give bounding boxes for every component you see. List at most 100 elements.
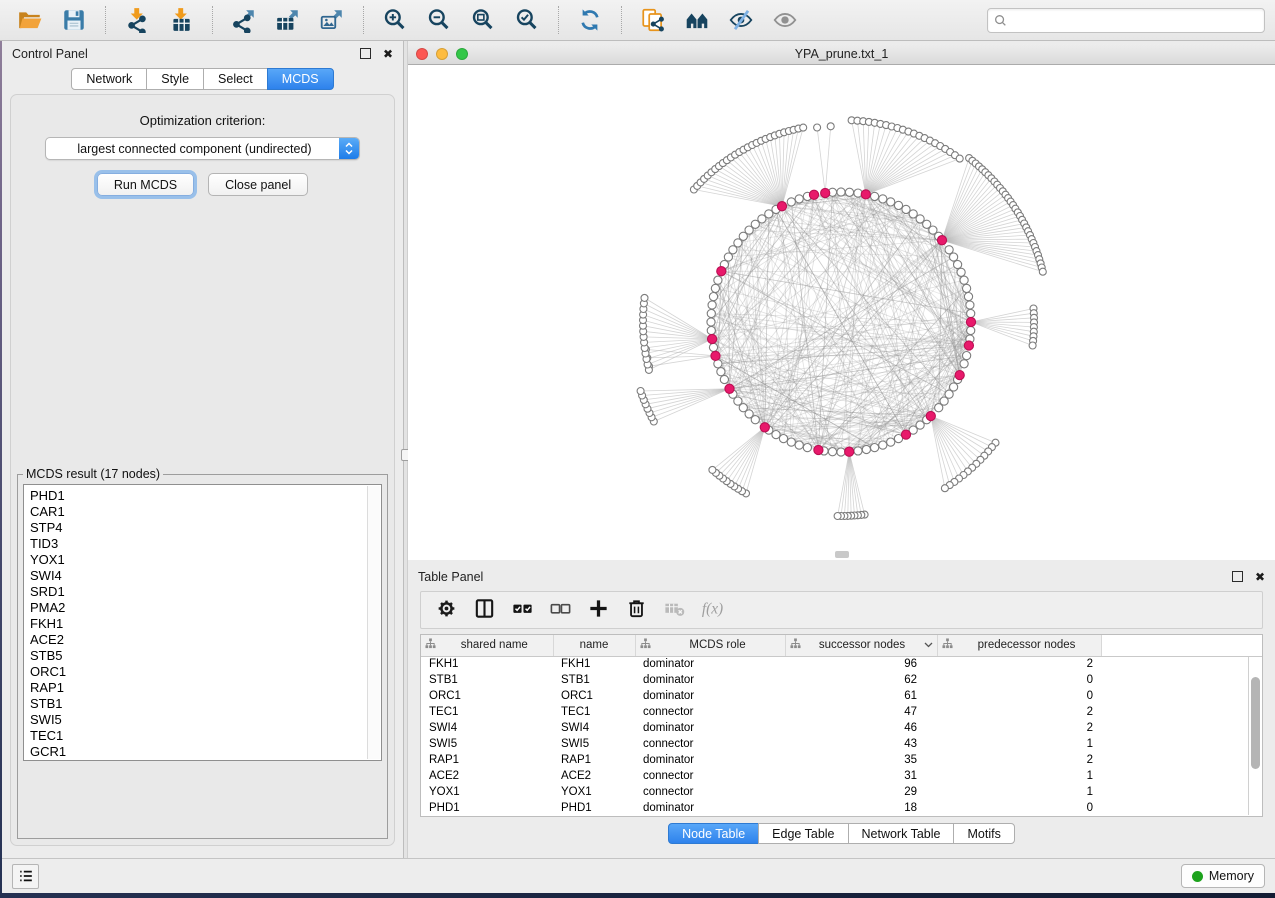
ring-node[interactable] (935, 404, 943, 412)
ring-node[interactable] (707, 318, 715, 326)
ring-node[interactable] (714, 276, 722, 284)
mcds-result-item[interactable]: SWI4 (30, 568, 381, 584)
table-row[interactable]: ORC1ORC1dominator610 (421, 688, 1262, 704)
mcds-hub-node[interactable] (955, 371, 964, 380)
leaf-node[interactable] (800, 124, 807, 131)
mcds-result-item[interactable]: STP4 (30, 520, 381, 536)
network-graph[interactable] (408, 65, 1275, 559)
mcds-result-item[interactable]: TEC1 (30, 728, 381, 744)
export-network-button[interactable] (224, 4, 264, 36)
mcds-hub-node[interactable] (809, 190, 818, 199)
mcds-hub-node[interactable] (777, 202, 786, 211)
table-row[interactable]: RAP1RAP1dominator352 (421, 752, 1262, 768)
column-header-name[interactable]: name (553, 635, 635, 656)
mcds-result-item[interactable]: STB1 (30, 696, 381, 712)
mcds-result-item[interactable]: PHD1 (30, 488, 381, 504)
ring-node[interactable] (862, 445, 870, 453)
ring-node[interactable] (837, 188, 845, 196)
export-table-button[interactable] (268, 4, 308, 36)
mcds-result-list[interactable]: PHD1CAR1STP4TID3YOX1SWI4SRD1PMA2FKH1ACE2… (23, 484, 382, 761)
table-row[interactable]: SWI4SWI4dominator462 (421, 720, 1262, 736)
apply-layout-button[interactable] (570, 4, 610, 36)
mcds-result-item[interactable]: CAR1 (30, 504, 381, 520)
ring-node[interactable] (966, 301, 974, 309)
leaf-node[interactable] (956, 155, 963, 162)
zoom-out-button[interactable] (419, 4, 459, 36)
mcds-result-item[interactable]: RAP1 (30, 680, 381, 696)
close-panel-button[interactable]: Close panel (208, 173, 308, 196)
mcds-result-item[interactable]: TID3 (30, 536, 381, 552)
ring-node[interactable] (967, 309, 975, 317)
ring-node[interactable] (709, 343, 717, 351)
ring-node[interactable] (717, 368, 725, 376)
ring-node[interactable] (837, 448, 845, 456)
mcds-result-item[interactable]: STB5 (30, 648, 381, 664)
ring-node[interactable] (887, 198, 895, 206)
run-mcds-button[interactable]: Run MCDS (97, 173, 194, 196)
leaf-node[interactable] (641, 294, 648, 301)
select-all-button[interactable] (505, 595, 539, 625)
mcds-hub-node[interactable] (937, 236, 946, 245)
ring-node[interactable] (871, 192, 879, 200)
tab-network-table[interactable]: Network Table (848, 823, 955, 844)
mcds-hub-node[interactable] (717, 267, 726, 276)
close-panel-icon[interactable]: ✖ (383, 48, 393, 60)
ring-node[interactable] (871, 444, 879, 452)
deselect-all-button[interactable] (543, 595, 577, 625)
close-table-panel-icon[interactable]: ✖ (1255, 571, 1265, 583)
open-session-button[interactable] (10, 4, 50, 36)
mcds-result-item[interactable]: ACE2 (30, 632, 381, 648)
mcds-result-item[interactable]: ORC1 (30, 664, 381, 680)
network-overview-button[interactable] (677, 4, 717, 36)
mcds-hub-node[interactable] (926, 411, 935, 420)
ring-node[interactable] (879, 441, 887, 449)
ring-node[interactable] (707, 326, 715, 334)
table-scrollbar-thumb[interactable] (1251, 677, 1260, 769)
ring-node[interactable] (709, 293, 717, 301)
mcds-hub-node[interactable] (964, 341, 973, 350)
ring-node[interactable] (964, 293, 972, 301)
mcds-result-item[interactable]: YOX1 (30, 552, 381, 568)
mcds-hub-node[interactable] (725, 384, 734, 393)
column-header-shared-name[interactable]: shared name (421, 635, 553, 656)
ring-node[interactable] (950, 253, 958, 261)
zoom-in-button[interactable] (375, 4, 415, 36)
ring-node[interactable] (954, 260, 962, 268)
column-header-predecessor-nodes[interactable]: predecessor nodes (937, 635, 1101, 656)
ring-node[interactable] (887, 438, 895, 446)
hide-graphics-details-button[interactable] (721, 4, 761, 36)
ring-node[interactable] (795, 441, 803, 449)
mcds-list-scrollbar[interactable] (367, 486, 380, 759)
ring-node[interactable] (957, 268, 965, 276)
split-view-button[interactable] (467, 595, 501, 625)
tab-mcds[interactable]: MCDS (267, 68, 334, 90)
mcds-hub-node[interactable] (861, 190, 870, 199)
ring-node[interactable] (787, 198, 795, 206)
leaf-node[interactable] (941, 485, 948, 492)
ring-node[interactable] (963, 284, 971, 292)
column-header-successor-nodes[interactable]: successor nodes (785, 635, 937, 656)
table-row[interactable]: STB1STB1dominator620 (421, 672, 1262, 688)
leaf-node[interactable] (637, 388, 644, 395)
zoom-selected-button[interactable] (507, 4, 547, 36)
ring-node[interactable] (967, 326, 975, 334)
mcds-hub-node[interactable] (708, 334, 717, 343)
search-input[interactable] (1007, 13, 1258, 27)
ring-node[interactable] (879, 195, 887, 203)
mcds-result-item[interactable]: GCR1 (30, 744, 381, 760)
ring-node[interactable] (828, 448, 836, 456)
tab-style[interactable]: Style (146, 68, 204, 90)
ring-node[interactable] (795, 195, 803, 203)
new-network-from-selection-button[interactable] (633, 4, 673, 36)
delete-row-button[interactable] (619, 595, 653, 625)
save-session-button[interactable] (54, 4, 94, 36)
ring-node[interactable] (803, 444, 811, 452)
ring-node[interactable] (707, 309, 715, 317)
mcds-hub-node[interactable] (901, 430, 910, 439)
table-row[interactable]: FKH1FKH1dominator962 (421, 656, 1262, 672)
ring-node[interactable] (854, 447, 862, 455)
mcds-hub-node[interactable] (711, 351, 720, 360)
tab-node-table[interactable]: Node Table (668, 823, 759, 844)
canvas-grip[interactable] (835, 551, 849, 558)
mcds-hub-node[interactable] (814, 445, 823, 454)
